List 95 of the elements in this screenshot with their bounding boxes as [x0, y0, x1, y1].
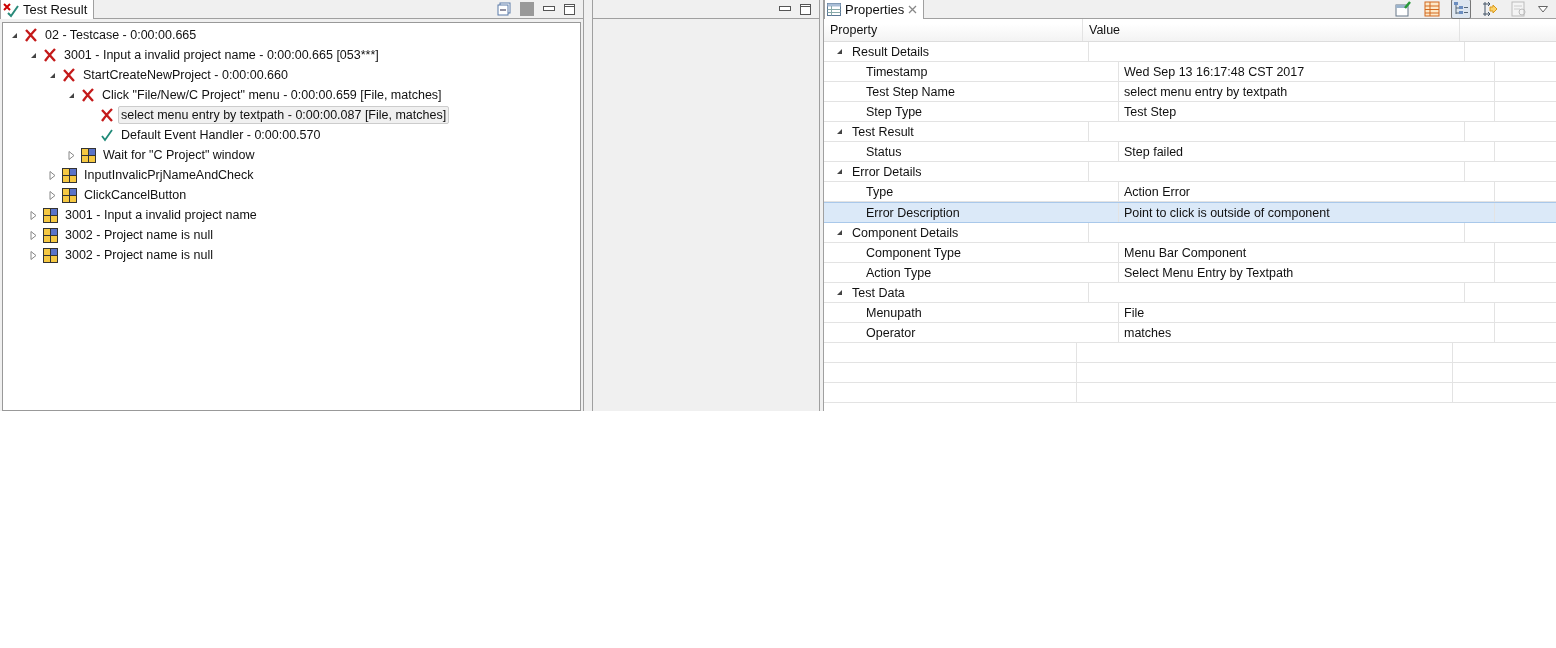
collapse-all-icon[interactable] — [497, 2, 511, 16]
grid-icon — [62, 167, 77, 183]
property-name: Timestamp — [866, 64, 928, 79]
table-toggle[interactable] — [1422, 0, 1442, 19]
grid-icon — [43, 227, 58, 243]
tree-item[interactable]: ClickCancelButton — [81, 186, 190, 204]
cross-icon — [24, 28, 38, 42]
property-value: matches — [1124, 325, 1172, 340]
property-row[interactable]: Component Type Menu Bar Component — [824, 243, 1556, 263]
property-value: Select Menu Entry by Textpath — [1124, 265, 1294, 280]
category-label: Test Result — [852, 124, 914, 139]
property-value: select menu entry by textpath — [1124, 84, 1288, 99]
category-label: Result Details — [852, 44, 930, 59]
property-value: Test Step — [1124, 104, 1177, 119]
cross-icon — [43, 48, 57, 62]
tree-item[interactable]: Wait for "C Project" window — [100, 146, 258, 164]
tree-item[interactable]: StartCreateNewProject - 0:00:00.660 — [80, 66, 291, 84]
tree-item[interactable]: Default Event Handler - 0:00:00.570 — [118, 126, 324, 144]
category-label: Test Data — [852, 285, 905, 300]
property-value: Action Error — [1124, 184, 1190, 199]
property-row[interactable]: Test Step Name select menu entry by textpath — [824, 82, 1556, 102]
minimize-icon[interactable] — [779, 6, 791, 12]
property-row[interactable]: Step Type Test Step — [824, 102, 1556, 122]
tree-item[interactable]: 3001 - Input a invalid project name - 0:00:00.665 [053***] — [61, 46, 382, 64]
tree-item[interactable]: 3001 - Input a invalid project name — [62, 206, 260, 224]
tree-item[interactable]: InputInvalicPrjNameAndCheck — [81, 166, 257, 184]
expanded-arrow-icon[interactable] — [836, 128, 843, 135]
collapsed-arrow-icon[interactable] — [68, 150, 75, 160]
tree-item[interactable]: select menu entry by textpath - 0:00:00.087 [File, matches] — [118, 106, 450, 124]
grid-icon — [81, 147, 96, 163]
tree-item[interactable]: 3002 - Project name is null — [62, 246, 216, 264]
cross-icon — [62, 68, 76, 82]
tree-item[interactable]: 02 - Testcase - 0:00:00.665 — [42, 26, 200, 44]
expanded-arrow-icon[interactable] — [49, 71, 56, 79]
property-name: Type — [866, 184, 894, 199]
collapsed-arrow-icon[interactable] — [30, 230, 37, 240]
property-name: Step Type — [866, 104, 923, 119]
property-row[interactable]: Timestamp Wed Sep 13 16:17:48 CST 2017 — [824, 62, 1556, 82]
properties-tab[interactable]: Properties — [824, 0, 925, 19]
expanded-arrow-icon[interactable] — [836, 48, 843, 55]
cross-icon — [100, 108, 114, 122]
advanced-toggle[interactable] — [1480, 0, 1500, 19]
check-icon — [100, 128, 114, 142]
collapsed-arrow-icon[interactable] — [30, 210, 37, 220]
property-row[interactable]: Operator matches — [824, 323, 1556, 343]
property-value: Step failed — [1124, 144, 1184, 159]
property-name: Operator — [866, 325, 916, 340]
expanded-arrow-icon[interactable] — [836, 229, 843, 236]
categories-toggle[interactable] — [1451, 0, 1471, 19]
table-icon — [1424, 1, 1440, 17]
property-name: Error Description — [866, 205, 960, 220]
test-result-tab[interactable]: Test Result — [0, 0, 95, 19]
maximize-icon[interactable] — [800, 3, 811, 15]
expanded-arrow-icon[interactable] — [836, 289, 843, 296]
category-label: Error Details — [852, 164, 922, 179]
collapsed-arrow-icon[interactable] — [49, 190, 56, 200]
property-value: Wed Sep 13 16:17:48 CST 2017 — [1124, 64, 1305, 79]
expanded-arrow-icon[interactable] — [68, 91, 75, 99]
expanded-arrow-icon[interactable] — [30, 51, 37, 59]
property-value: File — [1124, 305, 1145, 320]
category-label: Component Details — [852, 225, 959, 240]
restore-toggle[interactable] — [1509, 0, 1529, 19]
close-icon[interactable] — [908, 5, 918, 14]
tree-item[interactable]: 3002 - Project name is null — [62, 226, 216, 244]
cross-icon — [81, 88, 95, 102]
minimize-icon[interactable] — [543, 6, 555, 12]
expanded-arrow-icon[interactable] — [836, 168, 843, 175]
collapsed-arrow-icon[interactable] — [30, 250, 37, 260]
property-name: Test Step Name — [866, 84, 955, 99]
property-name: Status — [866, 144, 902, 159]
property-row[interactable]: Error Description Point to click is outside of component — [824, 202, 1556, 223]
grid-icon — [43, 247, 58, 263]
property-value: Menu Bar Component — [1124, 245, 1247, 260]
property-value: Point to click is outside of component — [1124, 205, 1330, 220]
expanded-arrow-icon[interactable] — [11, 31, 18, 39]
column-header[interactable]: Property — [824, 19, 1083, 41]
grid-icon — [62, 187, 77, 203]
property-name: Menupath — [866, 305, 922, 320]
collapsed-arrow-icon[interactable] — [49, 170, 56, 180]
property-row[interactable]: Action Type Select Menu Entry by Textpath — [824, 263, 1556, 283]
tree-list-icon — [1453, 1, 1469, 17]
test-result-icon — [3, 1, 19, 18]
tree-item[interactable]: Click "File/New/C Project" menu - 0:00:00.659 [File, matches] — [99, 86, 445, 104]
maximize-icon[interactable] — [564, 3, 575, 15]
property-row[interactable]: Status Step failed — [824, 142, 1556, 162]
grid-icon — [43, 207, 58, 223]
table-icon — [827, 3, 841, 16]
pin-toggle[interactable] — [1393, 0, 1413, 19]
property-row[interactable]: Menupath File — [824, 303, 1556, 323]
property-name: Component Type — [866, 245, 961, 260]
column-header[interactable]: Value — [1083, 19, 1460, 41]
arrows-icon — [1482, 1, 1498, 17]
pin-icon — [1395, 1, 1411, 17]
view-menu-icon[interactable] — [1538, 5, 1548, 13]
property-name: Action Type — [866, 265, 932, 280]
